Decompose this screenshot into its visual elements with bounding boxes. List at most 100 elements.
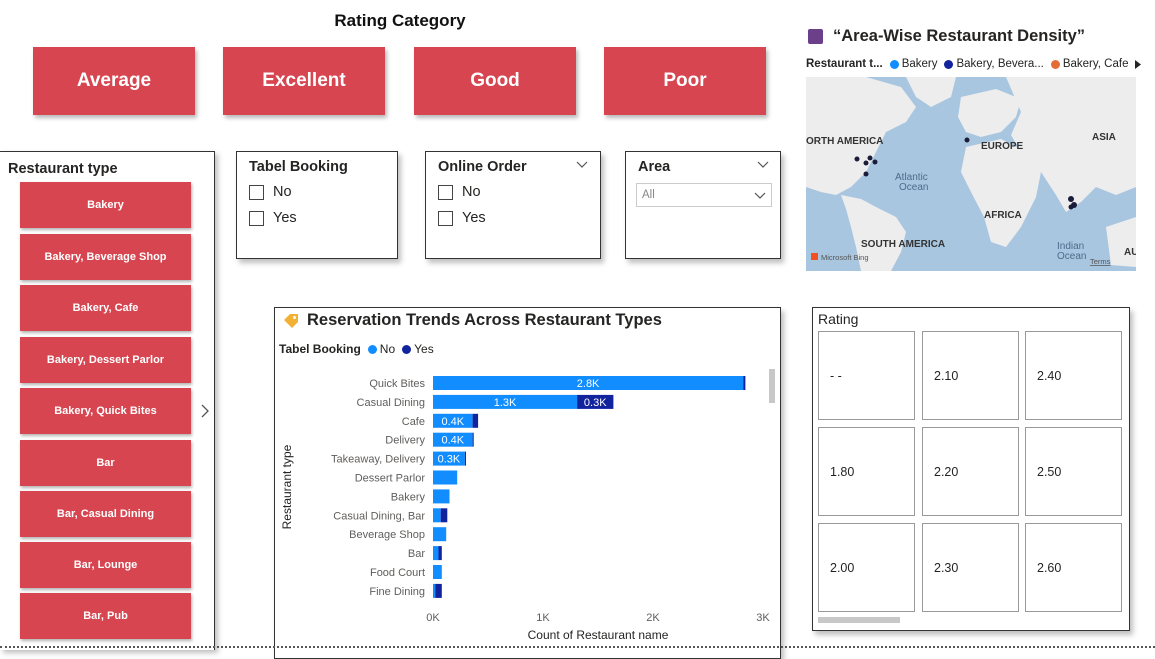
checkbox[interactable]: [438, 184, 453, 200]
table-booking-slicer: Tabel Booking No Yes: [236, 151, 398, 259]
map-label-atlantic-ocean: Ocean: [899, 182, 928, 193]
x-tick-label: 3K: [756, 612, 770, 624]
x-tick-label: 0K: [426, 612, 440, 624]
tag-icon: [284, 313, 298, 328]
slicer-item-bakery-beverage-shop[interactable]: Bakery, Beverage Shop: [20, 234, 191, 280]
bar-cafe-yes[interactable]: [472, 413, 479, 428]
legend-label: No: [379, 342, 396, 356]
rating-button-average[interactable]: Average: [33, 47, 195, 115]
legend-label: Bakery, Bevera...: [956, 58, 1044, 70]
map-legend-item: Bakery, Cafe: [1050, 58, 1129, 70]
table-booking-option-yes[interactable]: Yes: [249, 210, 297, 226]
slicer-item-bar-lounge[interactable]: Bar, Lounge: [20, 542, 191, 588]
rating-cell[interactable]: 2.20: [922, 427, 1019, 516]
map-label-europe: EUROPE: [981, 141, 1024, 152]
bar-fine-dining-no[interactable]: [433, 583, 436, 598]
legend-label: Bakery, Cafe: [1062, 58, 1129, 70]
online-order-option-no[interactable]: No: [438, 184, 481, 200]
rating-title: Rating: [818, 311, 859, 327]
rating-button-poor[interactable]: Poor: [604, 47, 766, 115]
slicer-item-bar[interactable]: Bar: [20, 440, 191, 486]
category-label-casual-dining: Casual Dining: [357, 397, 425, 409]
slicer-item-bar-pub[interactable]: Bar, Pub: [20, 593, 191, 639]
checkbox[interactable]: [249, 210, 264, 226]
rating-cell[interactable]: 2.40: [1025, 331, 1122, 420]
chart-title: Reservation Trends Across Restaurant Typ…: [282, 311, 662, 330]
bar-bakery-no[interactable]: [433, 489, 450, 504]
table-booking-option-no[interactable]: No: [249, 184, 292, 200]
category-label-bakery: Bakery: [391, 491, 426, 503]
slicer-item-bakery-quick-bites[interactable]: Bakery, Quick Bites: [20, 388, 191, 434]
rating-cell[interactable]: 2.00: [818, 523, 915, 612]
legend-item-no[interactable]: No: [367, 342, 396, 356]
bar-bar-no[interactable]: [433, 546, 439, 561]
rating-button-good[interactable]: Good: [414, 47, 576, 115]
data-label-casual-dining-yes: 0.3K: [584, 397, 607, 409]
map-terms-link[interactable]: Terms: [1090, 257, 1111, 266]
bar-casual-dining-bar-yes[interactable]: [440, 508, 448, 523]
checkbox[interactable]: [438, 210, 453, 226]
legend-next-icon[interactable]: [1135, 59, 1142, 69]
x-axis-title: Count of Restaurant name: [528, 628, 669, 642]
category-label-beverage-shop: Beverage Shop: [349, 529, 425, 541]
map-legend: Restaurant t... Bakery Bakery, Bevera...…: [806, 58, 1142, 70]
rating-cell[interactable]: 2.60: [1025, 523, 1122, 612]
rating-value: 2.50: [1037, 464, 1062, 479]
legend-item-yes[interactable]: Yes: [402, 342, 434, 356]
legend-label: Yes: [414, 342, 434, 356]
chart-title-text: Reservation Trends Across Restaurant Typ…: [307, 311, 662, 329]
legend-dot: [889, 59, 899, 69]
slicer-item-bakery[interactable]: Bakery: [20, 182, 191, 228]
rating-value: 2.60: [1037, 560, 1062, 575]
bar-quick-bites-yes[interactable]: [743, 376, 746, 390]
x-tick-label: 1K: [536, 612, 550, 624]
bar-beverage-shop-no[interactable]: [433, 527, 447, 542]
online-order-title: Online Order: [438, 159, 527, 175]
bar-bar-yes[interactable]: [438, 546, 442, 561]
data-label-cafe-no: 0.4K: [441, 416, 464, 428]
category-label-takeaway-delivery: Takeaway, Delivery: [331, 454, 425, 466]
legend-dot: [944, 59, 954, 69]
rating-cell[interactable]: 2.30: [922, 523, 1019, 612]
chevron-down-icon[interactable]: [754, 192, 766, 200]
rating-cell[interactable]: 2.50: [1025, 427, 1122, 516]
map-title-text: “Area-Wise Restaurant Density”: [833, 27, 1086, 45]
rating-value: 2.20: [934, 464, 959, 479]
bar-casual-dining-bar-no[interactable]: [433, 508, 441, 523]
slicer-item-bakery-dessert-parlor[interactable]: Bakery, Dessert Parlor: [20, 337, 191, 383]
chevron-down-icon[interactable]: [757, 161, 769, 169]
area-dropdown[interactable]: All: [636, 183, 772, 207]
rating-value: 2.10: [934, 368, 959, 383]
option-label: No: [462, 184, 481, 200]
rating-cell[interactable]: - -: [818, 331, 915, 420]
map-visual[interactable]: ORTH AMERICA EUROPE ASIA Atlantic Ocean …: [806, 77, 1136, 271]
slicer-item-bakery-cafe[interactable]: Bakery, Cafe: [20, 285, 191, 331]
online-order-option-yes[interactable]: Yes: [438, 210, 486, 226]
bar-delivery-yes[interactable]: [472, 432, 474, 447]
rating-value: 1.80: [830, 464, 855, 479]
rating-button-excellent[interactable]: Excellent: [223, 47, 385, 115]
checkbox[interactable]: [249, 184, 264, 200]
rating-cell[interactable]: 2.10: [922, 331, 1019, 420]
rating-category-title: Rating Category: [334, 11, 466, 30]
option-label: Yes: [462, 210, 486, 226]
vertical-scrollbar[interactable]: [769, 369, 775, 403]
table-booking-title: Tabel Booking: [249, 159, 348, 175]
bar-fine-dining-yes[interactable]: [435, 583, 442, 598]
chevron-down-icon[interactable]: [576, 161, 588, 169]
horizontal-scrollbar[interactable]: [818, 617, 900, 623]
option-label: No: [273, 184, 292, 200]
chevron-right-icon[interactable]: [199, 403, 211, 419]
bar-dessert-parlor-no[interactable]: [433, 470, 458, 485]
map-label-africa: AFRICA: [984, 210, 1022, 221]
slicer-item-bar-casual-dining[interactable]: Bar, Casual Dining: [20, 491, 191, 537]
online-order-slicer: Online Order No Yes: [425, 151, 601, 259]
rating-cell[interactable]: 1.80: [818, 427, 915, 516]
chart-legend: Tabel Booking No Yes: [279, 342, 441, 356]
world-map[interactable]: ORTH AMERICA EUROPE ASIA Atlantic Ocean …: [806, 77, 1136, 271]
category-label-food-court: Food Court: [370, 567, 425, 579]
bar-takeaway-delivery-yes[interactable]: [464, 451, 466, 466]
category-label-casual-dining-bar: Casual Dining, Bar: [333, 510, 425, 522]
bar-food-court-no[interactable]: [433, 565, 442, 579]
reservation-bar-chart[interactable]: Quick Bites 2.8K Casual Dining 1.3K 0.3K Cafe…: [276, 360, 776, 645]
